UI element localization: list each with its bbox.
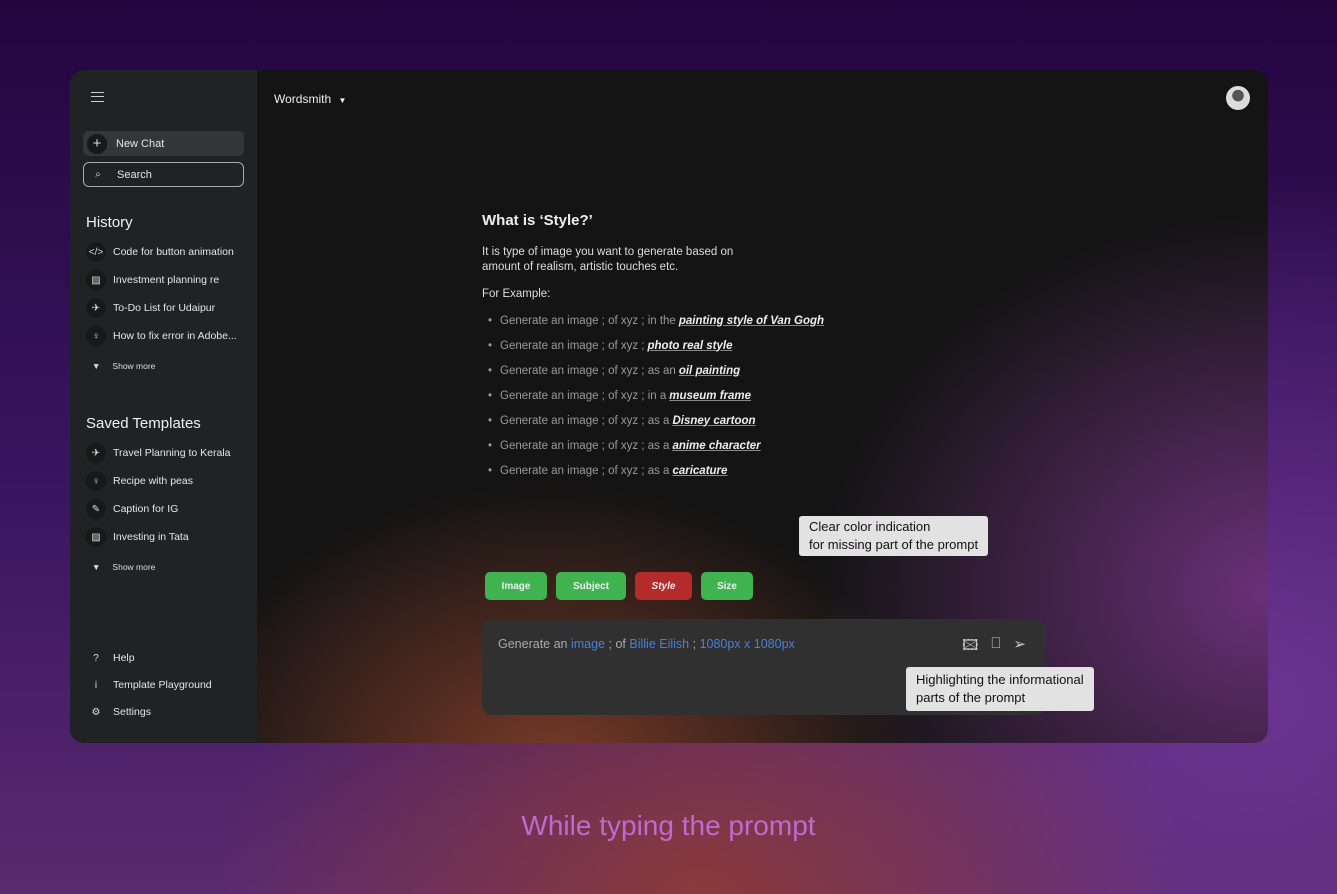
airplane-icon: ✈ [86, 443, 106, 463]
history-heading: History [86, 214, 133, 231]
example-prefix: Generate an image ; of xyz ; as a [500, 464, 670, 477]
item-label: Investing in Tata [113, 531, 189, 543]
example-prefix: Generate an image ; of xyz ; in a [500, 389, 667, 402]
footer-item[interactable]: ⚙ Settings [86, 702, 151, 722]
style-explanation: What is ‘Style?’ It is type of image you… [482, 212, 824, 483]
add-image-icon[interactable]: 🖾 [962, 635, 978, 660]
example-prefix: Generate an image ; of xyz ; in the [500, 314, 676, 327]
footer-item[interactable]: ? Help [86, 648, 135, 668]
search-icon: ⌕ [95, 169, 101, 180]
search-input[interactable]: ⌕ Search [83, 162, 244, 187]
annotation-highlight-tip: Highlighting the informational parts of … [906, 667, 1094, 711]
example-item: Generate an image ; of xyz ; as aanime c… [482, 433, 824, 458]
prompt-highlight-subject: Billie Eilish [629, 637, 690, 651]
templates-heading: Saved Templates [86, 415, 201, 432]
caret-down-icon: ▼ [92, 361, 101, 371]
model-selector[interactable]: Wordsmith ▼ [274, 92, 346, 106]
templates-item[interactable]: ▨ Investing in Tata [86, 527, 189, 547]
example-prefix: Generate an image ; of xyz ; as a [500, 414, 670, 427]
example-style: photo real style [647, 339, 733, 352]
item-label: Investment planning re [113, 274, 220, 286]
prompt-text: ; [692, 637, 697, 651]
lightbulb-icon: ♀ [86, 471, 106, 491]
example-style: painting style of Van Gogh [678, 314, 825, 327]
app-window: + New Chat ⌕ Search History </> Code for bu… [70, 70, 1268, 743]
example-item: Generate an image ; of xyz ; in amuseum … [482, 383, 824, 408]
templates-show-more[interactable]: ▼ Show more [92, 562, 155, 572]
example-prefix: Generate an image ; of xyz ; as a [500, 439, 670, 452]
item-label: Code for button animation [113, 246, 234, 258]
example-item: Generate an image ; of xyz ; as aDisney … [482, 408, 824, 433]
main-panel: Wordsmith ▼ What is ‘Style?’ It is type … [257, 70, 1268, 743]
lightbulb-icon: ♀ [86, 326, 106, 346]
show-more-label: Show more [112, 562, 156, 572]
prompt-highlight-size: 1080px x 1080px [699, 637, 795, 651]
info-icon: i [94, 679, 98, 691]
item-label: Template Playground [113, 679, 212, 691]
explanation-heading: What is ‘Style?’ [482, 212, 593, 229]
item-label: How to fix error in Adobe... [113, 330, 237, 342]
bookmark-icon[interactable]: ⎕ [991, 635, 1000, 660]
chip-size[interactable]: Size [701, 572, 753, 600]
templates-item[interactable]: ✎ Caption for IG [86, 499, 178, 519]
example-prefix: Generate an image ; of xyz ; as an [500, 364, 676, 377]
example-item: Generate an image ; of xyz ;photo real s… [482, 333, 824, 358]
item-label: Caption for IG [113, 503, 179, 515]
model-name: Wordsmith [274, 92, 332, 106]
prompt-text: ; of [608, 637, 626, 651]
history-item[interactable]: ✈ To-Do List for Udaipur [86, 298, 215, 318]
templates-item[interactable]: ♀ Recipe with peas [86, 471, 193, 491]
footer-item[interactable]: i Template Playground [86, 675, 212, 695]
prompt-part-chips: Image Subject Style Size [485, 572, 753, 600]
example-style: museum frame [669, 389, 752, 402]
example-prefix: Generate an image ; of xyz ; [500, 339, 645, 352]
item-label: Recipe with peas [113, 475, 193, 487]
gear-icon: ⚙ [91, 706, 101, 718]
item-label: Travel Planning to Kerala [113, 447, 231, 459]
chip-image[interactable]: Image [485, 572, 547, 600]
caret-down-icon: ▼ [92, 562, 101, 572]
show-more-label: Show more [112, 361, 156, 371]
item-label: Settings [113, 706, 151, 718]
search-placeholder: Search [117, 168, 152, 181]
sidebar: + New Chat ⌕ Search History </> Code for bu… [70, 70, 257, 743]
example-style: anime character [672, 439, 761, 452]
prompt-highlight-image: image [570, 637, 606, 651]
templates-item[interactable]: ✈ Travel Planning to Kerala [86, 443, 231, 463]
caption: While typing the prompt [521, 810, 816, 841]
menu-icon[interactable] [91, 92, 104, 102]
history-item[interactable]: ♀ How to fix error in Adobe... [86, 326, 237, 346]
help-icon: ? [93, 652, 99, 664]
example-item: Generate an image ; of xyz ; as acaricat… [482, 458, 824, 483]
history-show-more[interactable]: ▼ Show more [92, 361, 155, 371]
avatar[interactable] [1226, 86, 1250, 110]
example-item: Generate an image ; of xyz ; in thepaint… [482, 308, 824, 333]
explanation-text: It is type of image you want to generate… [482, 246, 734, 273]
chart-icon: ▨ [86, 527, 106, 547]
send-icon[interactable]: ➢ [1013, 635, 1026, 660]
example-style: oil painting [678, 364, 741, 377]
caret-down-icon: ▼ [338, 96, 347, 105]
pencil-icon: ✎ [86, 499, 106, 519]
chip-subject[interactable]: Subject [556, 572, 626, 600]
chart-icon: ▨ [86, 270, 106, 290]
plus-icon: + [87, 133, 107, 154]
example-list: Generate an image ; of xyz ; in thepaint… [482, 308, 824, 483]
example-style: Disney cartoon [672, 414, 756, 427]
example-label: For Example: [482, 288, 551, 300]
prompt-text: Generate an [498, 637, 568, 651]
example-style: caricature [672, 464, 728, 477]
code-icon: </> [86, 242, 106, 262]
example-item: Generate an image ; of xyz ; as anoil pa… [482, 358, 824, 383]
history-item[interactable]: </> Code for button animation [86, 242, 234, 262]
item-label: Help [113, 652, 135, 664]
new-chat-label: New Chat [116, 137, 165, 150]
history-item[interactable]: ▨ Investment planning re [86, 270, 219, 290]
item-label: To-Do List for Udaipur [113, 302, 216, 314]
airplane-icon: ✈ [86, 298, 106, 318]
annotation-color-tip: Clear color indication for missing part … [799, 516, 989, 556]
chip-style[interactable]: Style [635, 572, 692, 600]
new-chat-button[interactable]: + New Chat [83, 131, 244, 156]
